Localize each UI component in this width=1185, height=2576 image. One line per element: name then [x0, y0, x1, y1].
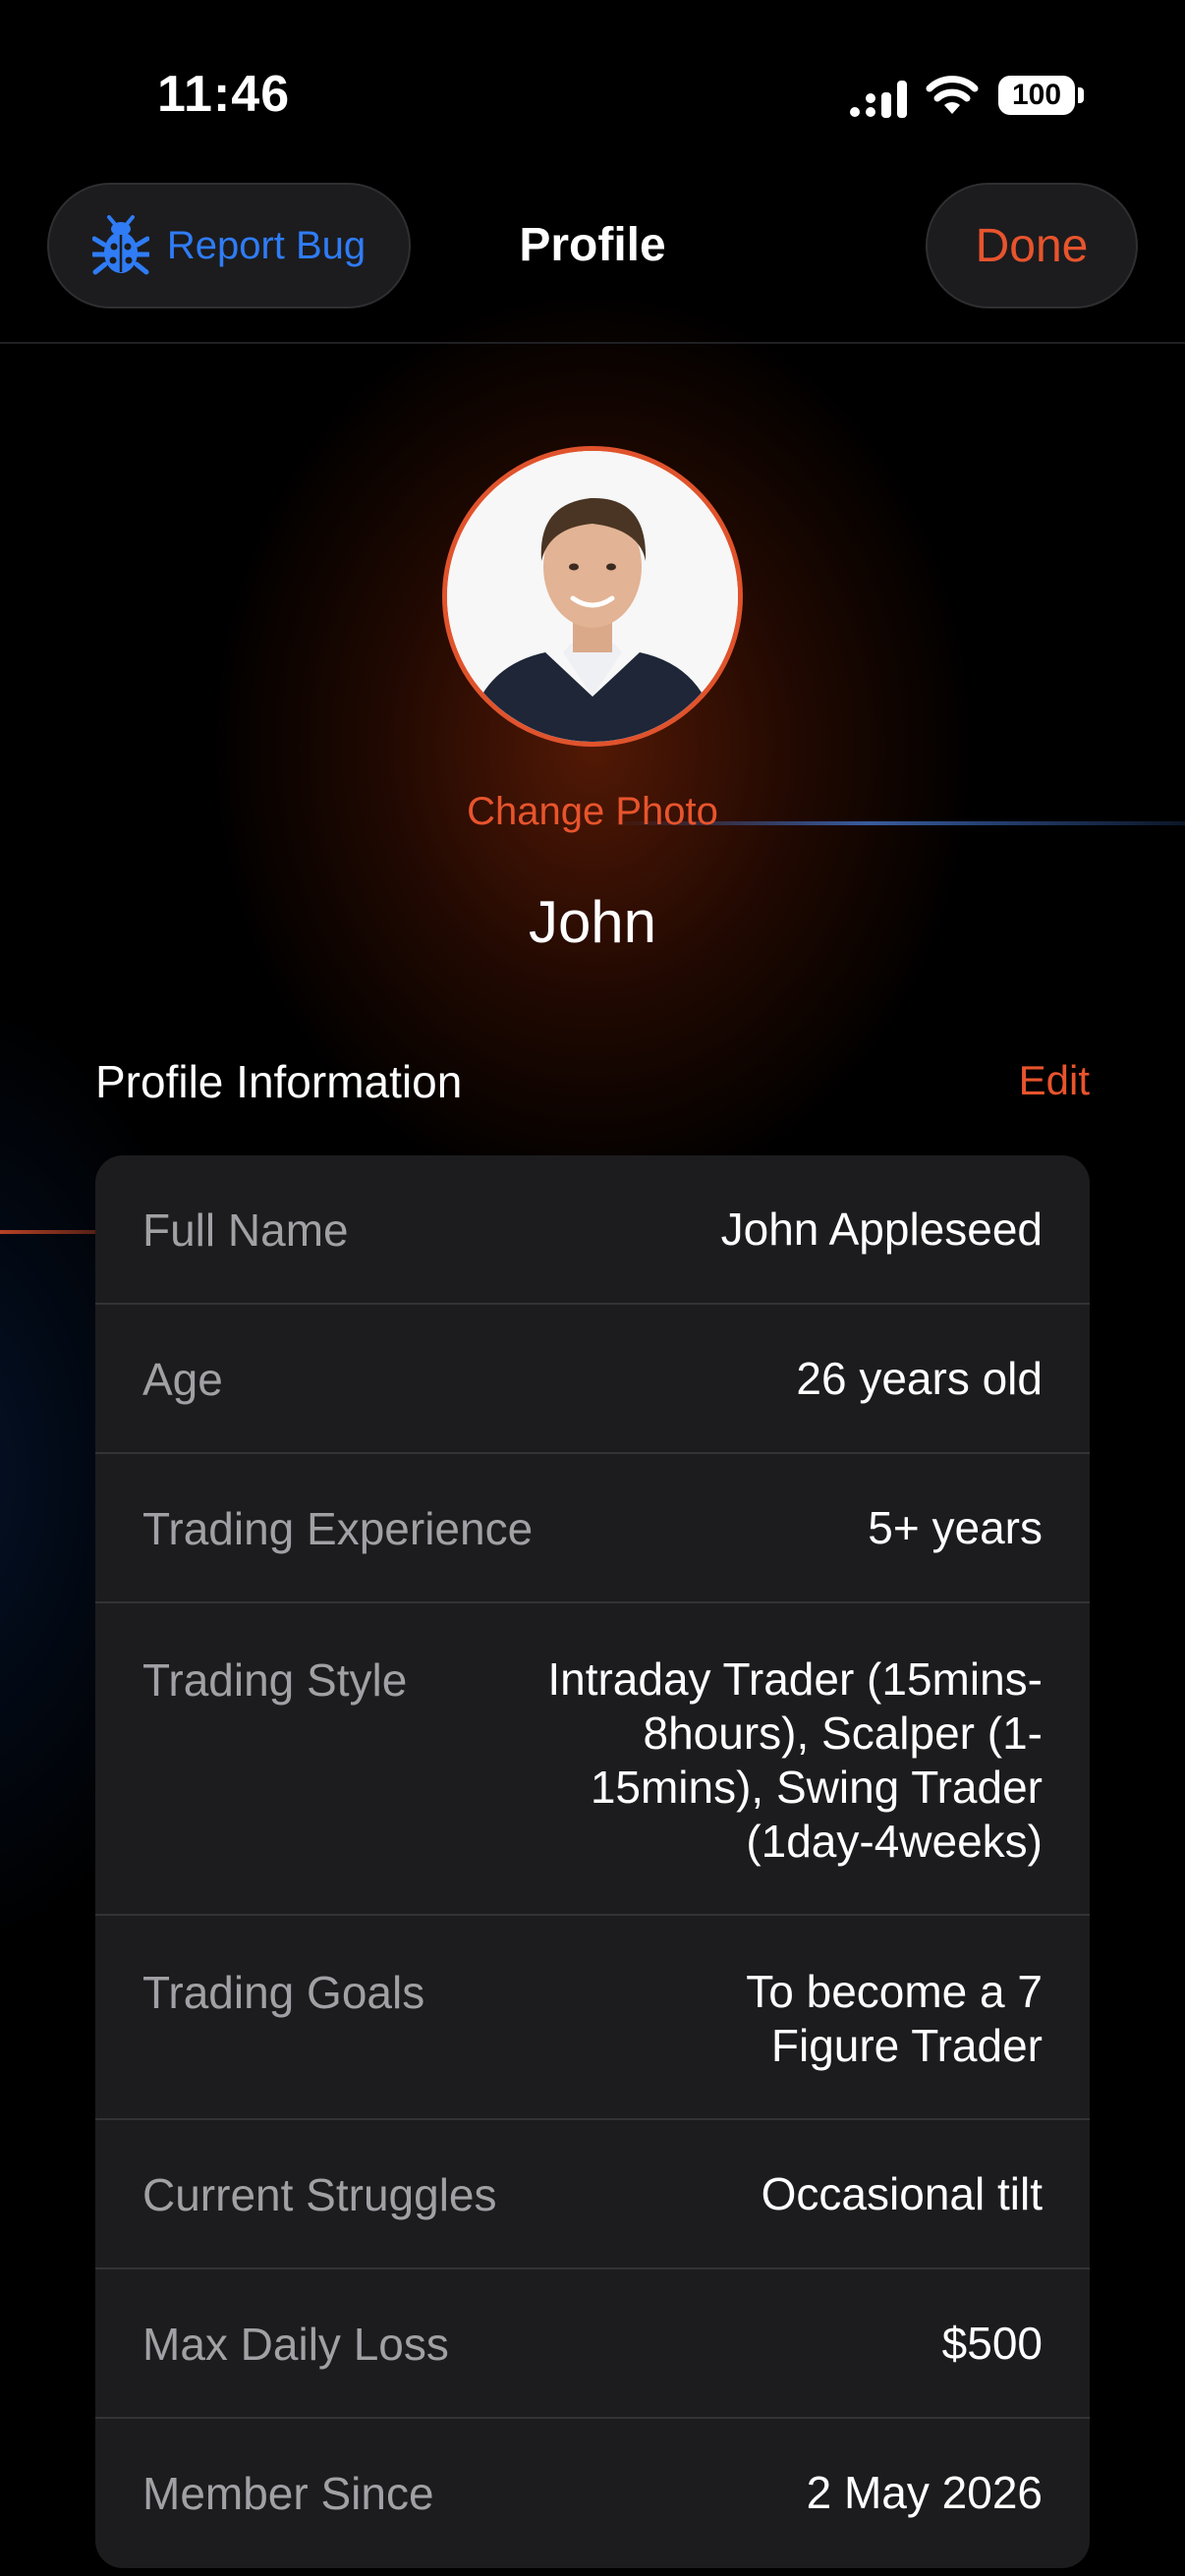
info-label: Current Struggles — [142, 2169, 497, 2220]
avatar[interactable] — [442, 446, 743, 747]
info-row-current-struggles: Current Struggles Occasional tilt — [95, 2120, 1090, 2269]
profile-photo — [447, 451, 738, 742]
edit-button[interactable]: Edit — [1019, 1057, 1090, 1104]
info-value: 5+ years — [868, 1502, 1043, 1553]
battery-tip — [1078, 87, 1084, 103]
info-value: 26 years old — [796, 1353, 1043, 1404]
status-bar: 11:46 100 — [0, 0, 1185, 187]
info-value: Intraday Trader (15mins-8hours), Scalper… — [547, 1653, 1043, 1867]
info-row-member-since: Member Since 2 May 2026 — [95, 2419, 1090, 2568]
info-label: Trading Experience — [142, 1503, 534, 1554]
info-row-full-name: Full Name John Appleseed — [95, 1155, 1090, 1305]
info-value: John Appleseed — [720, 1204, 1043, 1255]
change-photo-button[interactable]: Change Photo — [0, 790, 1185, 834]
info-label: Full Name — [142, 1204, 349, 1256]
info-row-trading-style: Trading Style Intraday Trader (15mins-8h… — [95, 1603, 1090, 1916]
info-value: 2 May 2026 — [806, 2467, 1043, 2518]
info-row-age: Age 26 years old — [95, 1305, 1090, 1454]
info-row-max-daily-loss: Max Daily Loss $500 — [95, 2269, 1090, 2419]
done-button[interactable]: Done — [926, 183, 1138, 308]
section-title: Profile Information — [95, 1056, 463, 1107]
info-label: Member Since — [142, 2468, 434, 2519]
done-label: Done — [975, 219, 1089, 272]
info-row-trading-goals: Trading Goals To become a 7 Figure Trade… — [95, 1916, 1090, 2120]
nav-divider — [0, 342, 1185, 344]
nav-bar: Report Bug Profile Done — [0, 183, 1185, 344]
info-label: Age — [142, 1354, 223, 1405]
info-value: To become a 7 Figure Trader — [746, 1966, 1043, 2071]
wifi-icon — [926, 76, 979, 114]
display-name: John — [528, 889, 657, 955]
info-label: Max Daily Loss — [142, 2319, 449, 2370]
profile-info-card: Full Name John Appleseed Age 26 years ol… — [95, 1155, 1090, 2568]
info-label: Trading Style — [142, 1654, 408, 1706]
info-row-trading-experience: Trading Experience 5+ years — [95, 1454, 1090, 1603]
status-time: 11:46 — [157, 66, 291, 123]
info-label: Trading Goals — [142, 1967, 425, 2018]
battery-icon: 100 — [998, 76, 1075, 115]
cellular-signal-icon — [850, 81, 907, 118]
info-value: $500 — [941, 2318, 1043, 2369]
info-value: Occasional tilt — [761, 2168, 1043, 2219]
